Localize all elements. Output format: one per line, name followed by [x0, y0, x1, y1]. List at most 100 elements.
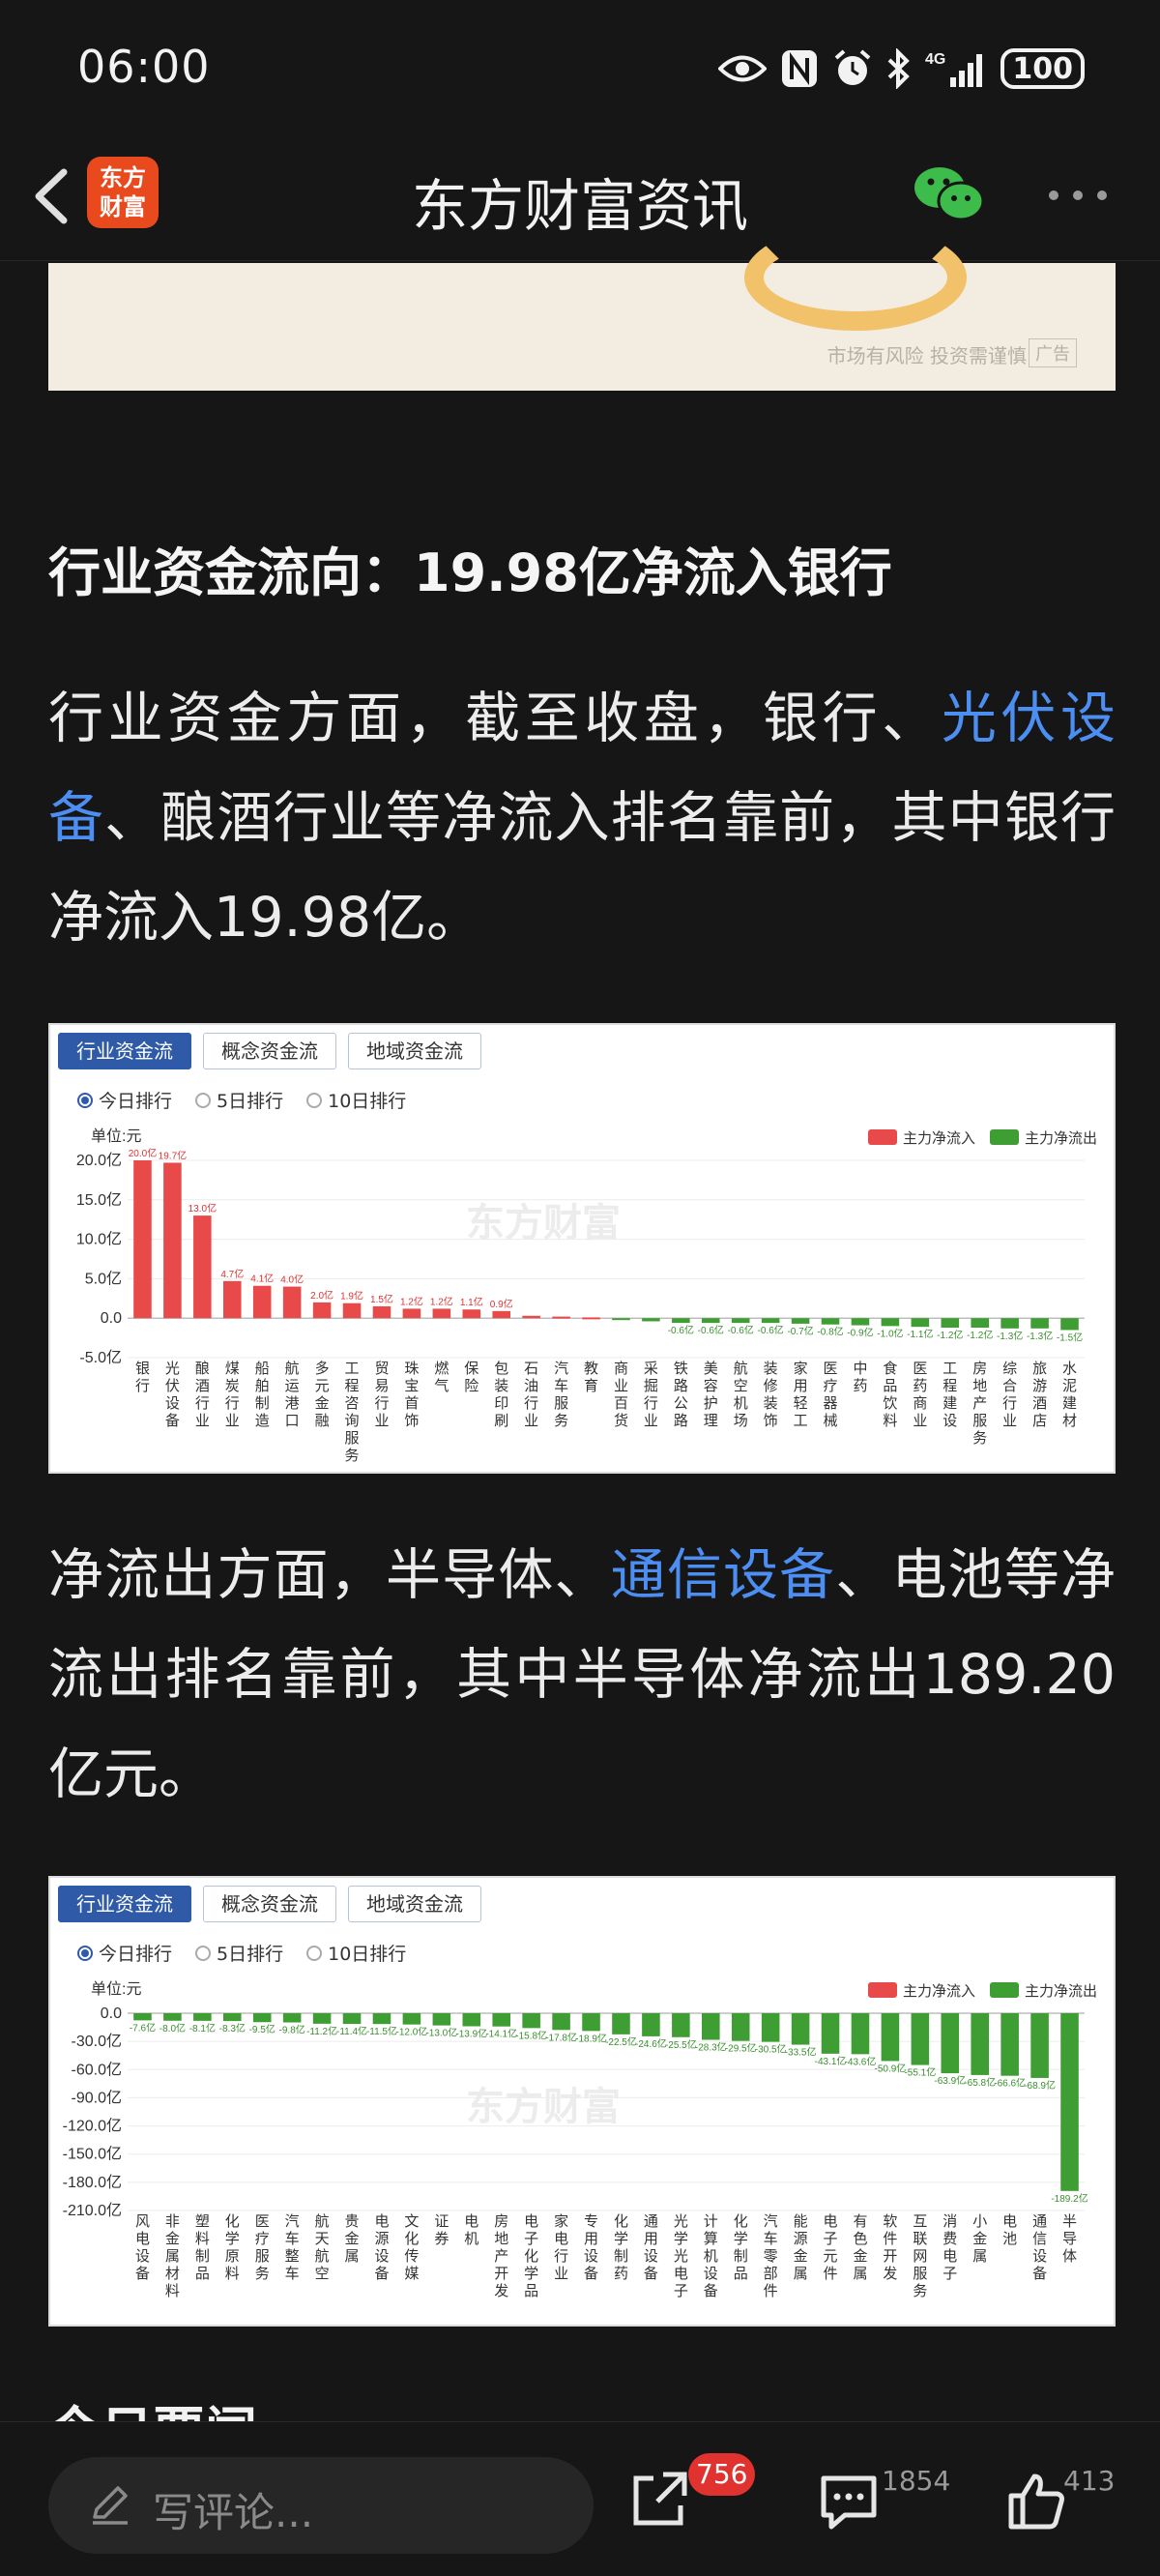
- radio-5day[interactable]: 5日排行: [195, 1087, 283, 1113]
- radio-today[interactable]: 今日排行: [77, 1087, 172, 1113]
- data-label: 4.0亿: [280, 1273, 304, 1286]
- radio-10day[interactable]: 10日排行: [306, 1940, 406, 1966]
- data-label: -15.8亿: [515, 2029, 547, 2041]
- y-tick-label: -180.0亿: [63, 2174, 122, 2191]
- bar: [761, 1318, 780, 1324]
- data-label: -1.2亿: [967, 1329, 993, 1341]
- comments-icon[interactable]: [818, 2473, 880, 2532]
- radio-today[interactable]: 今日排行: [77, 1940, 172, 1966]
- x-tick-label: 燃气: [434, 1360, 449, 1394]
- bar: [492, 2013, 510, 2027]
- x-tick-label: 专用设备: [584, 2213, 598, 2282]
- x-tick-label: 汽车整车: [285, 2213, 300, 2282]
- y-tick-label: 0.0: [101, 2005, 122, 2022]
- y-tick-label: -60.0亿: [72, 2061, 122, 2078]
- comment-input[interactable]: 写评论...: [48, 2457, 594, 2554]
- radio-dot-icon: [306, 1945, 323, 1961]
- tab-industry-flow[interactable]: 行业资金流: [58, 1886, 191, 1922]
- x-tick-label: 计算机设备: [704, 2213, 718, 2299]
- data-label: 19.7亿: [159, 1149, 187, 1161]
- bar: [642, 2013, 660, 2036]
- bar: [372, 1305, 392, 1319]
- more-icon[interactable]: [1044, 186, 1112, 205]
- data-label: -0.9亿: [847, 1327, 873, 1339]
- bar: [1030, 1318, 1049, 1329]
- data-label: -63.9亿: [934, 2074, 966, 2087]
- data-label: -43.1亿: [815, 2055, 847, 2067]
- data-label: -14.1亿: [485, 2028, 517, 2040]
- x-tick-label: 电源设备: [374, 2213, 389, 2282]
- x-tick-label: 房地产服务: [972, 1361, 987, 1447]
- x-tick-label: 小金属: [972, 2213, 987, 2265]
- y-tick-label: -150.0亿: [63, 2146, 122, 2163]
- tab-concept-flow[interactable]: 概念资金流: [203, 1886, 336, 1922]
- radio-dot-icon: [77, 1945, 93, 1961]
- x-tick-label: 证券: [434, 2213, 449, 2247]
- x-tick-label: 能源金属: [794, 2213, 808, 2282]
- y-tick-label: -210.0亿: [63, 2202, 122, 2219]
- data-label: -8.3亿: [219, 2022, 246, 2034]
- x-tick-label: 船舶制造: [255, 1361, 270, 1429]
- share-icon[interactable]: [628, 2469, 690, 2531]
- x-tick-label: 石油行业: [524, 1361, 538, 1429]
- x-tick-label: 非金属材料: [165, 2213, 180, 2299]
- battery-indicator: 100: [1000, 48, 1085, 89]
- data-label: -30.5亿: [755, 2043, 787, 2056]
- stock-link-tongxin[interactable]: 通信设备: [611, 1543, 836, 1607]
- ad-banner[interactable]: 市场有风险 投资需谨慎 广告: [48, 224, 1116, 391]
- ad-decoration: [744, 224, 967, 331]
- legend-swatch-out: [990, 1129, 1019, 1145]
- bar: [582, 2013, 600, 2032]
- y-tick-label: 5.0亿: [85, 1270, 122, 1287]
- bar: [731, 1318, 750, 1324]
- tab-concept-flow[interactable]: 概念资金流: [203, 1033, 336, 1069]
- x-tick-label: 医疗器械: [824, 1361, 838, 1429]
- data-label: -8.1亿: [189, 2022, 216, 2034]
- x-tick-label: 电子化学品: [524, 2213, 538, 2299]
- bar: [821, 2013, 840, 2054]
- like-icon[interactable]: [1005, 2471, 1067, 2532]
- bar: [702, 2013, 720, 2040]
- x-tick-label: 铁路公路: [674, 1361, 688, 1429]
- x-tick-label: 工程咨询服务: [345, 1361, 360, 1464]
- radio-dot-icon: [195, 1092, 212, 1108]
- y-tick-label: 10.0亿: [76, 1231, 122, 1248]
- para2-text-a: 净流出方面，半导体、: [48, 1543, 611, 1607]
- radio-5day[interactable]: 5日排行: [195, 1940, 283, 1966]
- unit-label: 单位:元: [91, 1127, 141, 1145]
- tab-region-flow[interactable]: 地域资金流: [348, 1886, 481, 1922]
- y-tick-label: -90.0亿: [72, 2089, 122, 2106]
- bar: [761, 2013, 780, 2042]
- x-tick-label: 采掘行业: [644, 1361, 658, 1429]
- tab-industry-flow[interactable]: 行业资金流: [58, 1033, 191, 1069]
- app-logo[interactable]: 东方 财富: [87, 157, 159, 228]
- x-tick-label: 包装印刷: [494, 1361, 508, 1429]
- x-tick-label: 航运港口: [285, 1361, 300, 1429]
- data-label: 20.0亿: [129, 1147, 157, 1159]
- watermark: 东方财富: [466, 1202, 621, 1244]
- x-tick-label: 化学制药: [614, 2213, 628, 2282]
- data-label: -25.5亿: [665, 2038, 697, 2051]
- legend-label-out: 主力净流出: [1025, 1983, 1097, 2000]
- wechat-share-icon[interactable]: [913, 162, 986, 226]
- y-tick-label: 0.0: [101, 1310, 122, 1327]
- bar-chart-svg: 单位:元 主力净流入 主力净流出东方财富 0.0 -30.0亿 -60.0亿 -90.0亿 -…: [63, 1980, 1097, 2299]
- data-label: 1.9亿: [340, 1290, 363, 1303]
- tab-region-flow[interactable]: 地域资金流: [348, 1033, 481, 1069]
- data-label: -1.3亿: [1027, 1330, 1053, 1342]
- legend-label-in: 主力净流入: [903, 1130, 975, 1147]
- radio-10day[interactable]: 10日排行: [306, 1087, 406, 1113]
- y-tick-label: 20.0亿: [76, 1152, 122, 1169]
- bar: [612, 2013, 630, 2034]
- x-tick-label: 家用轻工: [794, 1361, 808, 1429]
- back-icon[interactable]: [25, 162, 83, 230]
- x-tick-label: 珠宝首饰: [404, 1361, 419, 1429]
- data-label: -0.6亿: [698, 1324, 724, 1336]
- data-label: -9.8亿: [279, 2024, 305, 2036]
- x-tick-label: 软件开发: [883, 2213, 897, 2282]
- radio-label: 5日排行: [217, 1091, 284, 1112]
- x-tick-label: 旅游酒店: [1032, 1361, 1047, 1429]
- x-tick-label: 消费电子: [942, 2213, 957, 2282]
- bar: [432, 2013, 451, 2026]
- x-tick-label: 风电设备: [135, 2213, 150, 2282]
